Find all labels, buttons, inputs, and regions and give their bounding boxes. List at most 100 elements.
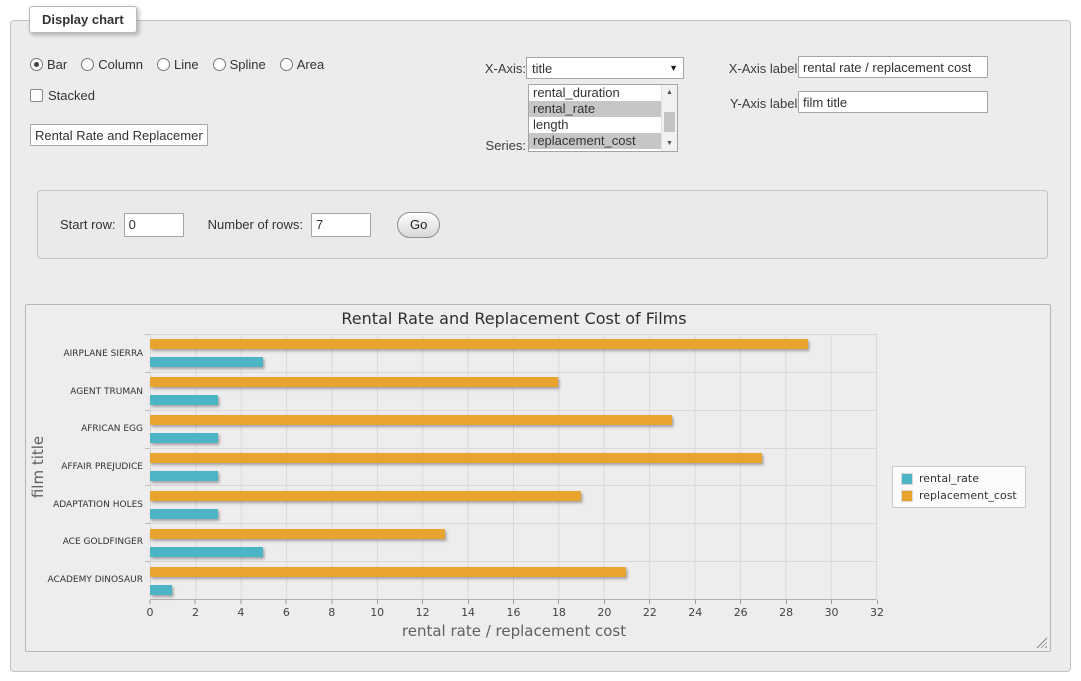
radio-label: Spline <box>230 57 266 72</box>
category-row <box>150 449 876 487</box>
y-axis-field-label: Y-Axis label: <box>711 96 801 111</box>
x-tick-label: 16 <box>507 606 521 619</box>
x-tick: 28 <box>779 600 793 620</box>
x-tick-label: 10 <box>370 606 384 619</box>
radio-icon[interactable] <box>81 58 94 71</box>
radio-icon[interactable] <box>30 58 43 71</box>
x-tick: 14 <box>461 600 475 620</box>
x-tick: 20 <box>597 600 611 620</box>
category-row <box>150 524 876 562</box>
stacked-checkbox[interactable] <box>30 89 43 102</box>
series-option-replacement_cost[interactable]: replacement_cost <box>529 133 662 149</box>
radio-label: Area <box>297 57 324 72</box>
category-label: AGENT TRUMAN <box>46 373 143 411</box>
x-tick-mark <box>695 600 696 604</box>
x-tick-mark <box>831 600 832 604</box>
bar-replacement_cost <box>150 339 808 349</box>
x-tick-label: 20 <box>597 606 611 619</box>
chart-type-radio-spline[interactable]: Spline <box>213 57 266 72</box>
series-options: rental_durationrental_ratelengthreplacem… <box>529 85 677 149</box>
chart-type-radio-column[interactable]: Column <box>81 57 143 72</box>
chart-type-radio-area[interactable]: Area <box>280 57 324 72</box>
x-tick-label: 26 <box>734 606 748 619</box>
legend-item-rental_rate[interactable]: rental_rate <box>901 472 1017 485</box>
resize-grip-icon[interactable] <box>1036 637 1047 648</box>
series-option-rental_rate[interactable]: rental_rate <box>529 101 662 117</box>
x-tick: 8 <box>328 600 335 620</box>
scrollbar-thumb[interactable] <box>664 112 675 132</box>
x-axis-label-input[interactable] <box>798 56 988 78</box>
x-tick-mark <box>240 600 241 604</box>
panel-legend: Display chart <box>29 6 137 33</box>
radio-icon[interactable] <box>157 58 170 71</box>
category-label: ADAPTATION HOLES <box>46 486 143 524</box>
x-tick-label: 0 <box>147 606 154 619</box>
legend-label: rental_rate <box>919 472 979 485</box>
x-tick-label: 32 <box>870 606 884 619</box>
display-chart-panel: Display chart BarColumnLineSplineArea St… <box>10 20 1071 672</box>
category-row <box>150 335 876 373</box>
bar-replacement_cost <box>150 377 558 387</box>
scrollbar-track[interactable] <box>662 100 677 136</box>
y-axis-label-input[interactable] <box>798 91 988 113</box>
category-label: ACADEMY DINOSAUR <box>46 561 143 599</box>
x-tick: 0 <box>147 600 154 620</box>
y-axis-labels: AIRPLANE SIERRAAGENT TRUMANAFRICAN EGGAF… <box>46 335 143 599</box>
x-tick-label: 30 <box>825 606 839 619</box>
bar-replacement_cost <box>150 567 626 577</box>
stacked-option[interactable]: Stacked <box>30 88 95 103</box>
x-tick-label: 4 <box>237 606 244 619</box>
series-scrollbar[interactable]: ▲ ▼ <box>661 85 677 151</box>
radio-label: Line <box>174 57 199 72</box>
scroll-down-icon[interactable]: ▼ <box>662 136 677 151</box>
x-axis-select[interactable]: title ▼ <box>526 57 684 79</box>
category-row <box>150 373 876 411</box>
x-tick-label: 8 <box>328 606 335 619</box>
go-button[interactable]: Go <box>397 212 440 238</box>
category-label: AIRPLANE SIERRA <box>46 335 143 373</box>
series-listbox[interactable]: rental_durationrental_ratelengthreplacem… <box>528 84 678 152</box>
chart-title-input[interactable] <box>30 124 208 146</box>
bar-rental_rate <box>150 547 263 557</box>
radio-label: Bar <box>47 57 67 72</box>
x-axis-selected-value: title <box>532 61 552 76</box>
bar-rental_rate <box>150 395 218 405</box>
x-axis-select-label: X-Axis: <box>441 61 526 76</box>
chart-container: Rental Rate and Replacement Cost of Film… <box>25 304 1051 652</box>
legend-swatch <box>901 490 913 502</box>
x-tick: 12 <box>416 600 430 620</box>
category-row <box>150 486 876 524</box>
x-tick-label: 28 <box>779 606 793 619</box>
x-tick-label: 6 <box>283 606 290 619</box>
radio-icon[interactable] <box>213 58 226 71</box>
number-of-rows-input[interactable] <box>311 213 371 237</box>
scroll-up-icon[interactable]: ▲ <box>662 85 677 100</box>
x-tick-mark <box>286 600 287 604</box>
x-tick-mark <box>422 600 423 604</box>
radio-icon[interactable] <box>280 58 293 71</box>
x-tick: 18 <box>552 600 566 620</box>
bar-rental_rate <box>150 433 218 443</box>
chart-type-radio-bar[interactable]: Bar <box>30 57 67 72</box>
x-tick: 10 <box>370 600 384 620</box>
x-tick-label: 14 <box>461 606 475 619</box>
x-tick-mark <box>604 600 605 604</box>
x-tick-label: 18 <box>552 606 566 619</box>
x-tick-label: 24 <box>688 606 702 619</box>
chart-title: Rental Rate and Replacement Cost of Film… <box>150 309 878 328</box>
x-axis-ticks: 02468101214161820222426283032 <box>150 600 877 620</box>
x-axis-field-label: X-Axis label: <box>711 61 801 76</box>
series-option-length[interactable]: length <box>529 117 662 133</box>
bar-rental_rate <box>150 471 218 481</box>
chart-type-radios: Bar Column Line Spline Area <box>30 57 324 72</box>
chart-type-radio-line[interactable]: Line <box>157 57 199 72</box>
x-tick-label: 22 <box>643 606 657 619</box>
legend-item-replacement_cost[interactable]: replacement_cost <box>901 489 1017 502</box>
category-label: AFRICAN EGG <box>46 410 143 448</box>
x-tick: 26 <box>734 600 748 620</box>
start-row-input[interactable] <box>124 213 184 237</box>
x-axis-title: rental rate / replacement cost <box>150 622 878 640</box>
x-tick-mark <box>150 600 151 604</box>
series-option-rental_duration[interactable]: rental_duration <box>529 85 662 101</box>
x-tick-mark <box>558 600 559 604</box>
